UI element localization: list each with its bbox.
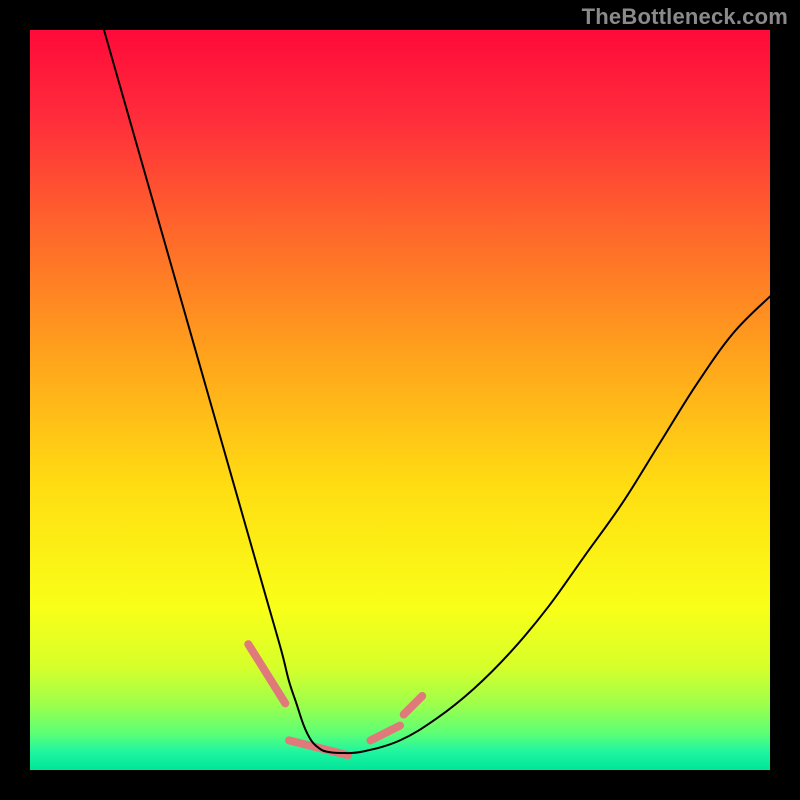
gradient-background	[30, 30, 770, 770]
chart-svg	[30, 30, 770, 770]
plot-area	[30, 30, 770, 770]
watermark-text: TheBottleneck.com	[582, 4, 788, 30]
chart-stage: TheBottleneck.com	[0, 0, 800, 800]
